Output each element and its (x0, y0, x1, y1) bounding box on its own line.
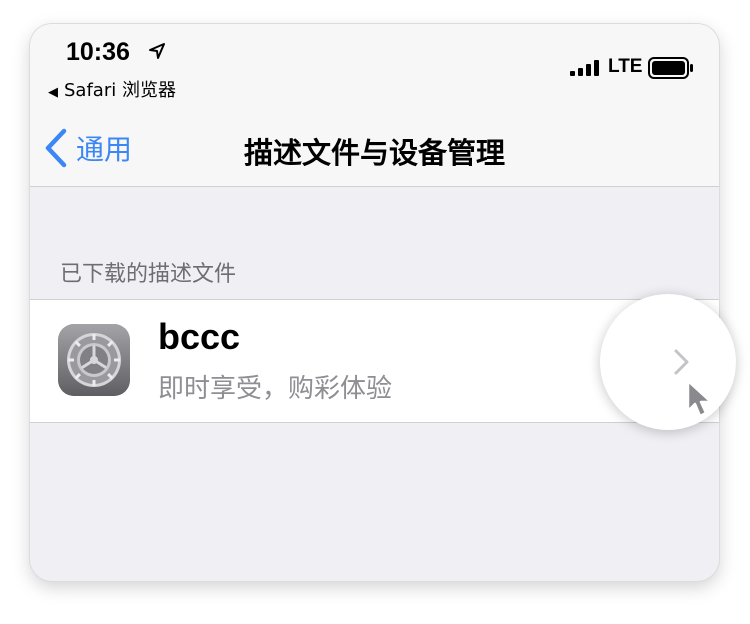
network-type: LTE (608, 56, 643, 77)
mouse-cursor-icon (686, 379, 713, 418)
location-icon (149, 43, 165, 59)
page-title: 描述文件与设备管理 (243, 136, 505, 170)
status-time: 10:36 (66, 38, 130, 66)
profile-name: bccc (158, 316, 241, 357)
profile-description: 即时享受，购彩体验 (158, 374, 393, 404)
back-triangle-icon: ◀ (48, 85, 58, 100)
settings-gear-icon (58, 324, 130, 396)
back-app-label: Safari 浏览器 (64, 80, 176, 101)
status-bar: 10:36 ◀ Safari 浏览器 LTE (30, 24, 719, 104)
signal-icon (570, 60, 599, 76)
back-to-app-link[interactable]: ◀ Safari 浏览器 (48, 76, 176, 102)
section-header: 已下载的描述文件 (60, 262, 237, 287)
navigation-bar: 通用 描述文件与设备管理 (30, 104, 719, 187)
phone-screen: 10:36 ◀ Safari 浏览器 LTE 通用 描述文件与设备管理 已下载的… (30, 24, 719, 581)
battery-icon (648, 57, 693, 79)
chevron-right-icon[interactable] (673, 348, 691, 376)
